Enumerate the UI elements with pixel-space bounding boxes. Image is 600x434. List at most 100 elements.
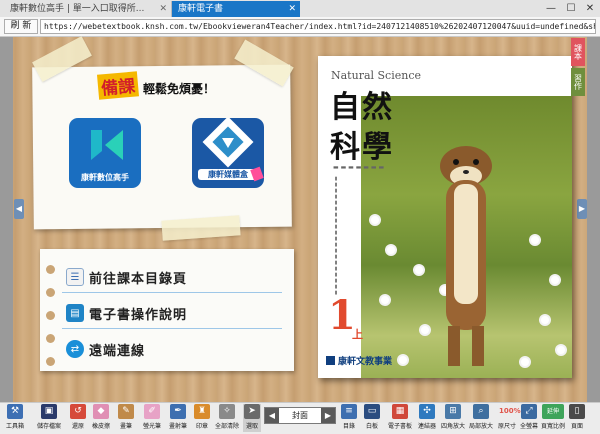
eraser-icon: ◆ bbox=[93, 404, 109, 419]
share-icon: ✣ bbox=[419, 404, 435, 419]
tool-label: 畫筆 bbox=[119, 423, 132, 430]
browser-title-bar: 康軒數位高手 | 單一入口取得所... ✕ 康軒電子書 ✕ — ☐ ✕ bbox=[0, 0, 600, 17]
cover-fineprint-decoration: ▮▮▮▮▮▮▮▮▮▮▮▮▮▮▮▮▮▮▮▮ bbox=[333, 176, 339, 296]
flower-decoration bbox=[387, 246, 395, 254]
book-icon: ⊞ bbox=[445, 404, 461, 419]
right-frame bbox=[587, 37, 600, 402]
flower-decoration bbox=[521, 358, 529, 366]
flower-decoration bbox=[541, 316, 549, 324]
notebook-icon: ▤ bbox=[66, 304, 84, 322]
tab-textbook[interactable]: 課本 bbox=[571, 38, 585, 66]
binder-hole bbox=[46, 311, 55, 320]
pen-button[interactable]: ✎ 畫筆 bbox=[116, 404, 136, 432]
next-page-arrow-icon[interactable]: ▶ bbox=[577, 199, 587, 219]
toolbox-button[interactable]: ⚒ 工具箱 bbox=[4, 404, 26, 432]
linker-button[interactable]: ✣ 連結器 bbox=[416, 404, 438, 432]
tool-label: 原尺寸 bbox=[497, 423, 516, 430]
app-label: 康軒數位高手 bbox=[81, 173, 129, 182]
toolbox-icon: ⚒ bbox=[7, 404, 23, 419]
page-width-button[interactable]: 延伸 頁寬比例 bbox=[540, 404, 566, 432]
list-icon: ☰ bbox=[66, 268, 84, 286]
save-file-button[interactable]: ▣ 儲存檔案 bbox=[34, 404, 64, 432]
flower-decoration bbox=[557, 346, 565, 354]
page-button[interactable]: ▯ 頁面 bbox=[568, 404, 586, 432]
menu-item-remote-connect[interactable]: ⇄ 遠端連線 bbox=[66, 338, 145, 360]
palette-icon: ✎ bbox=[118, 404, 134, 419]
corner-zoom-button[interactable]: ⊞ 四角放大 bbox=[440, 404, 466, 432]
slogan-highlight: 備課 bbox=[96, 71, 140, 100]
publisher-logo-icon bbox=[326, 356, 335, 365]
tool-label: 工具箱 bbox=[5, 423, 24, 430]
book-title-line1: 自然 bbox=[330, 90, 394, 125]
grade-semester: 上 bbox=[352, 328, 363, 341]
page-value-input[interactable]: 封面 bbox=[280, 408, 320, 423]
next-page-icon[interactable]: ▶ bbox=[321, 408, 335, 423]
prev-page-icon[interactable]: ◀ bbox=[265, 408, 279, 423]
tab-label: 康軒數位高手 | 單一入口取得所... bbox=[10, 4, 145, 14]
binder-hole bbox=[46, 357, 55, 366]
page-icon: ▯ bbox=[569, 404, 585, 419]
laser-pen-icon: ✒ bbox=[170, 404, 186, 419]
book-title-line2: 科學 bbox=[330, 130, 394, 165]
menu-label: 電子書操作說明 bbox=[89, 307, 188, 323]
weasel-illustration bbox=[440, 146, 492, 366]
tool-label: 螢光筆 bbox=[142, 423, 161, 430]
flower-decoration bbox=[415, 266, 423, 274]
tool-label: 頁寬比例 bbox=[540, 423, 565, 430]
close-tab-icon[interactable]: ✕ bbox=[159, 1, 167, 17]
tool-label: 印章 bbox=[195, 423, 208, 430]
whiteboard-icon: ▭ bbox=[364, 404, 380, 419]
menu-label: 遠端連線 bbox=[89, 343, 146, 359]
highlighter-icon: ✐ bbox=[144, 404, 160, 419]
tool-label: 還原 bbox=[71, 423, 84, 430]
tab-knsh-portal[interactable]: 康軒數位高手 | 單一入口取得所... ✕ bbox=[4, 1, 172, 17]
book-cover[interactable]: Natural Science 自然 科學 ▬ ▬ ▬ ▬ ▬ ▬ ▬ ▮▮▮▮… bbox=[318, 56, 572, 378]
menu-item-ebook-help[interactable]: ▤ 電子書操作說明 bbox=[66, 302, 187, 324]
tool-label: 四角放大 bbox=[440, 423, 465, 430]
menu-divider bbox=[62, 292, 282, 293]
flower-decoration bbox=[399, 356, 407, 364]
minimize-button[interactable]: — bbox=[542, 1, 560, 16]
flower-decoration bbox=[551, 276, 559, 284]
refresh-button[interactable]: 刷 新 bbox=[4, 19, 38, 34]
subject-english: Natural Science bbox=[331, 69, 421, 82]
close-tab-icon[interactable]: ✕ bbox=[288, 1, 296, 17]
original-size-button[interactable]: 100% 原尺寸 bbox=[496, 404, 521, 432]
flower-decoration bbox=[381, 296, 389, 304]
menu-label: 前往課本目錄頁 bbox=[89, 271, 188, 287]
clear-all-button[interactable]: ✧ 全部清除 bbox=[214, 404, 240, 432]
left-frame bbox=[0, 37, 13, 402]
highlighter-button[interactable]: ✐ 螢光筆 bbox=[140, 404, 164, 432]
tab-workbook[interactable]: 習作 bbox=[571, 68, 585, 96]
whiteboard-button[interactable]: ▭ 白板 bbox=[362, 404, 382, 432]
prev-page-arrow-icon[interactable]: ◀ bbox=[14, 199, 24, 219]
eraser-button[interactable]: ◆ 橡皮擦 bbox=[90, 404, 112, 432]
partial-zoom-button[interactable]: ⌕ 局部放大 bbox=[468, 404, 494, 432]
app-label: 康軒媒體盒 bbox=[198, 169, 258, 180]
media-box-logo-icon bbox=[202, 116, 254, 168]
ebook-board-button[interactable]: ▦ 電子書板 bbox=[386, 404, 414, 432]
fullscreen-button[interactable]: ⤢ 全螢幕 bbox=[518, 404, 540, 432]
stamp-button[interactable]: ♜ 印章 bbox=[192, 404, 212, 432]
tool-label: 白板 bbox=[365, 423, 378, 430]
select-button[interactable]: ➤ 選取 bbox=[243, 404, 261, 432]
knsh-digital-app-button[interactable]: 康軒數位高手 bbox=[69, 118, 141, 188]
extend-icon: 延伸 bbox=[542, 404, 564, 419]
knsh-media-box-button[interactable]: 康軒媒體盒 bbox=[192, 116, 264, 188]
close-window-button[interactable]: ✕ bbox=[581, 1, 599, 16]
menu-item-textbook-toc[interactable]: ☰ 前往課本目錄頁 bbox=[66, 266, 187, 288]
tool-label: 全部清除 bbox=[214, 423, 239, 430]
maximize-button[interactable]: ☐ bbox=[562, 1, 580, 16]
tool-label: 連結器 bbox=[417, 423, 436, 430]
tab-ebook[interactable]: 康軒電子書 ✕ bbox=[172, 1, 300, 17]
remote-connect-icon: ⇄ bbox=[66, 340, 84, 358]
publisher-name: 康軒文教事業 bbox=[338, 357, 393, 367]
tool-label: 頁面 bbox=[570, 423, 583, 430]
laser-pen-button[interactable]: ✒ 畫射筆 bbox=[166, 404, 190, 432]
address-bar[interactable]: https://webetextbook.knsh.com.tw/Ebookvi… bbox=[40, 19, 596, 34]
flower-decoration bbox=[421, 326, 429, 334]
toc-button[interactable]: ≡ 目錄 bbox=[340, 404, 358, 432]
tool-label: 電子書板 bbox=[387, 423, 412, 430]
undo-button[interactable]: ↺ 還原 bbox=[68, 404, 88, 432]
ebook-board-icon: ▦ bbox=[392, 404, 408, 419]
